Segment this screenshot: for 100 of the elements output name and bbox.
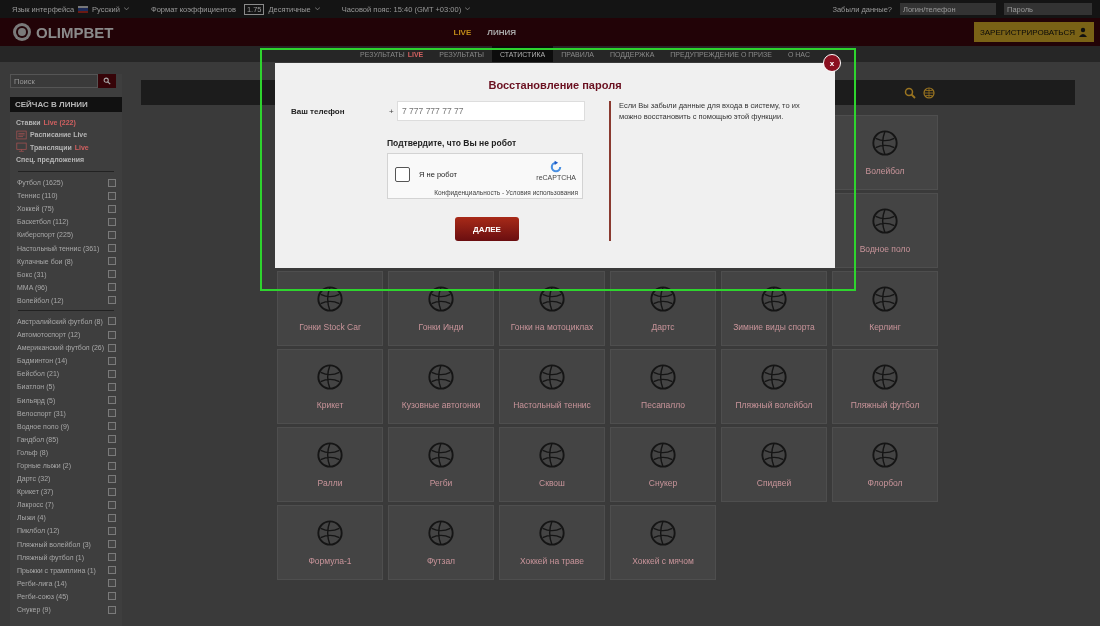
checkbox[interactable]: [108, 605, 116, 614]
checkbox[interactable]: [108, 487, 116, 496]
checkbox[interactable]: [108, 513, 116, 522]
sport-tile[interactable]: Песапалло: [610, 349, 716, 424]
checkbox[interactable]: [108, 369, 116, 378]
register-button[interactable]: ЗАРЕГИСТРИРОВАТЬСЯ: [973, 22, 1094, 42]
sport-tile[interactable]: Волейбол: [832, 115, 938, 190]
checkbox[interactable]: [108, 230, 116, 239]
checkbox[interactable]: [108, 257, 116, 266]
sport-tile[interactable]: Футзал: [388, 505, 494, 580]
checkbox[interactable]: [108, 566, 116, 575]
checkbox[interactable]: [108, 461, 116, 470]
phone-prefix: +: [389, 106, 395, 116]
sport-tile[interactable]: Хоккей с мячом: [610, 505, 716, 580]
sport-tile[interactable]: Гонки Stock Car: [277, 271, 383, 346]
ball-icon: [871, 129, 899, 157]
next-button[interactable]: ДАЛЕЕ: [455, 217, 519, 241]
checkbox[interactable]: [108, 382, 116, 391]
sidebar-title: СЕЙЧАС В ЛИНИИ: [10, 97, 122, 112]
checkbox[interactable]: [108, 474, 116, 483]
sport-tile[interactable]: Флорбол: [832, 427, 938, 502]
checkbox[interactable]: [108, 178, 116, 187]
checkbox[interactable]: [108, 422, 116, 431]
ball-icon: [760, 363, 788, 391]
ball-icon: [760, 441, 788, 469]
ball-icon: [871, 363, 899, 391]
checkbox[interactable]: [108, 409, 116, 418]
checkbox[interactable]: [108, 204, 116, 213]
ball-icon: [649, 519, 677, 547]
search-button[interactable]: [98, 74, 116, 88]
sport-tile[interactable]: Керлинг: [832, 271, 938, 346]
checkbox[interactable]: [108, 244, 116, 252]
sport-tile[interactable]: Пляжный волейбол: [721, 349, 827, 424]
ball-icon: [538, 519, 566, 547]
ball-icon: [538, 441, 566, 469]
checkbox[interactable]: [108, 500, 116, 509]
logo-icon: [12, 22, 32, 42]
sport-tile[interactable]: Кузовные автогонки: [388, 349, 494, 424]
ball-icon: [427, 363, 455, 391]
checkbox[interactable]: [108, 317, 116, 326]
checkbox[interactable]: [108, 191, 116, 200]
monitor-icon: [16, 142, 27, 153]
ball-icon: [538, 363, 566, 391]
ball-icon: [871, 285, 899, 313]
sport-tile[interactable]: Водное поло: [832, 193, 938, 268]
ball-icon: [427, 285, 455, 313]
ball-icon: [316, 441, 344, 469]
checkbox[interactable]: [108, 296, 116, 305]
flag-icon: [78, 5, 89, 13]
checkbox[interactable]: [108, 527, 116, 535]
sport-tile[interactable]: Крикет: [277, 349, 383, 424]
search-icon[interactable]: [904, 86, 916, 99]
sport-tile[interactable]: Гонки на мотоциклах: [499, 271, 605, 346]
checkbox[interactable]: [108, 540, 116, 549]
nav-tab[interactable]: ЛИНИЯ: [487, 27, 516, 37]
captcha-checkbox[interactable]: [395, 166, 410, 182]
sport-tile[interactable]: Снукер: [610, 427, 716, 502]
sport-tile[interactable]: Ралли: [277, 427, 383, 502]
checkbox[interactable]: [108, 270, 116, 279]
caret-icon: [314, 7, 320, 11]
ball-icon: [427, 441, 455, 469]
captcha-title: Подтвердите, что Вы не робот: [387, 138, 518, 148]
logo-text[interactable]: OLIMPBET: [36, 23, 114, 41]
sport-tile[interactable]: Сквош: [499, 427, 605, 502]
sport-tile[interactable]: Хоккей на траве: [499, 505, 605, 580]
sport-tile[interactable]: Зимние виды спорта: [721, 271, 827, 346]
checkbox[interactable]: [108, 343, 116, 352]
search-icon: [103, 77, 111, 85]
checkbox[interactable]: [108, 283, 116, 292]
user-icon: [1078, 27, 1088, 37]
ball-icon: [871, 207, 899, 235]
sport-tile[interactable]: Дартс: [610, 271, 716, 346]
ball-icon: [316, 519, 344, 547]
caret-icon: [123, 7, 129, 11]
nav-tab[interactable]: LIVE: [453, 27, 472, 37]
sport-tile[interactable]: Гонки Инди: [388, 271, 494, 346]
ball-icon: [427, 519, 455, 547]
sport-tile[interactable]: Формула-1: [277, 505, 383, 580]
checkbox[interactable]: [108, 553, 116, 562]
sport-tile[interactable]: Пляжный футбол: [832, 349, 938, 424]
checkbox[interactable]: [108, 579, 116, 588]
checkbox[interactable]: [108, 435, 116, 444]
checkbox[interactable]: [108, 396, 116, 405]
ball-icon: [649, 363, 677, 391]
ball-icon: [649, 285, 677, 313]
checkbox[interactable]: [108, 592, 116, 601]
globe-icon[interactable]: [923, 86, 935, 99]
phone-field[interactable]: 7 777 777 77 77: [397, 101, 585, 121]
checkbox[interactable]: [108, 330, 116, 339]
checkbox[interactable]: [108, 217, 116, 226]
calendar-icon: [16, 129, 27, 140]
ball-icon: [649, 441, 677, 469]
sport-tile[interactable]: Настольный теннис: [499, 349, 605, 424]
sport-tile[interactable]: Регби: [388, 427, 494, 502]
ball-icon: [316, 363, 344, 391]
sport-tile[interactable]: Спидвей: [721, 427, 827, 502]
checkbox[interactable]: [108, 356, 116, 365]
ball-icon: [871, 441, 899, 469]
checkbox[interactable]: [108, 448, 116, 457]
ball-icon: [316, 285, 344, 313]
